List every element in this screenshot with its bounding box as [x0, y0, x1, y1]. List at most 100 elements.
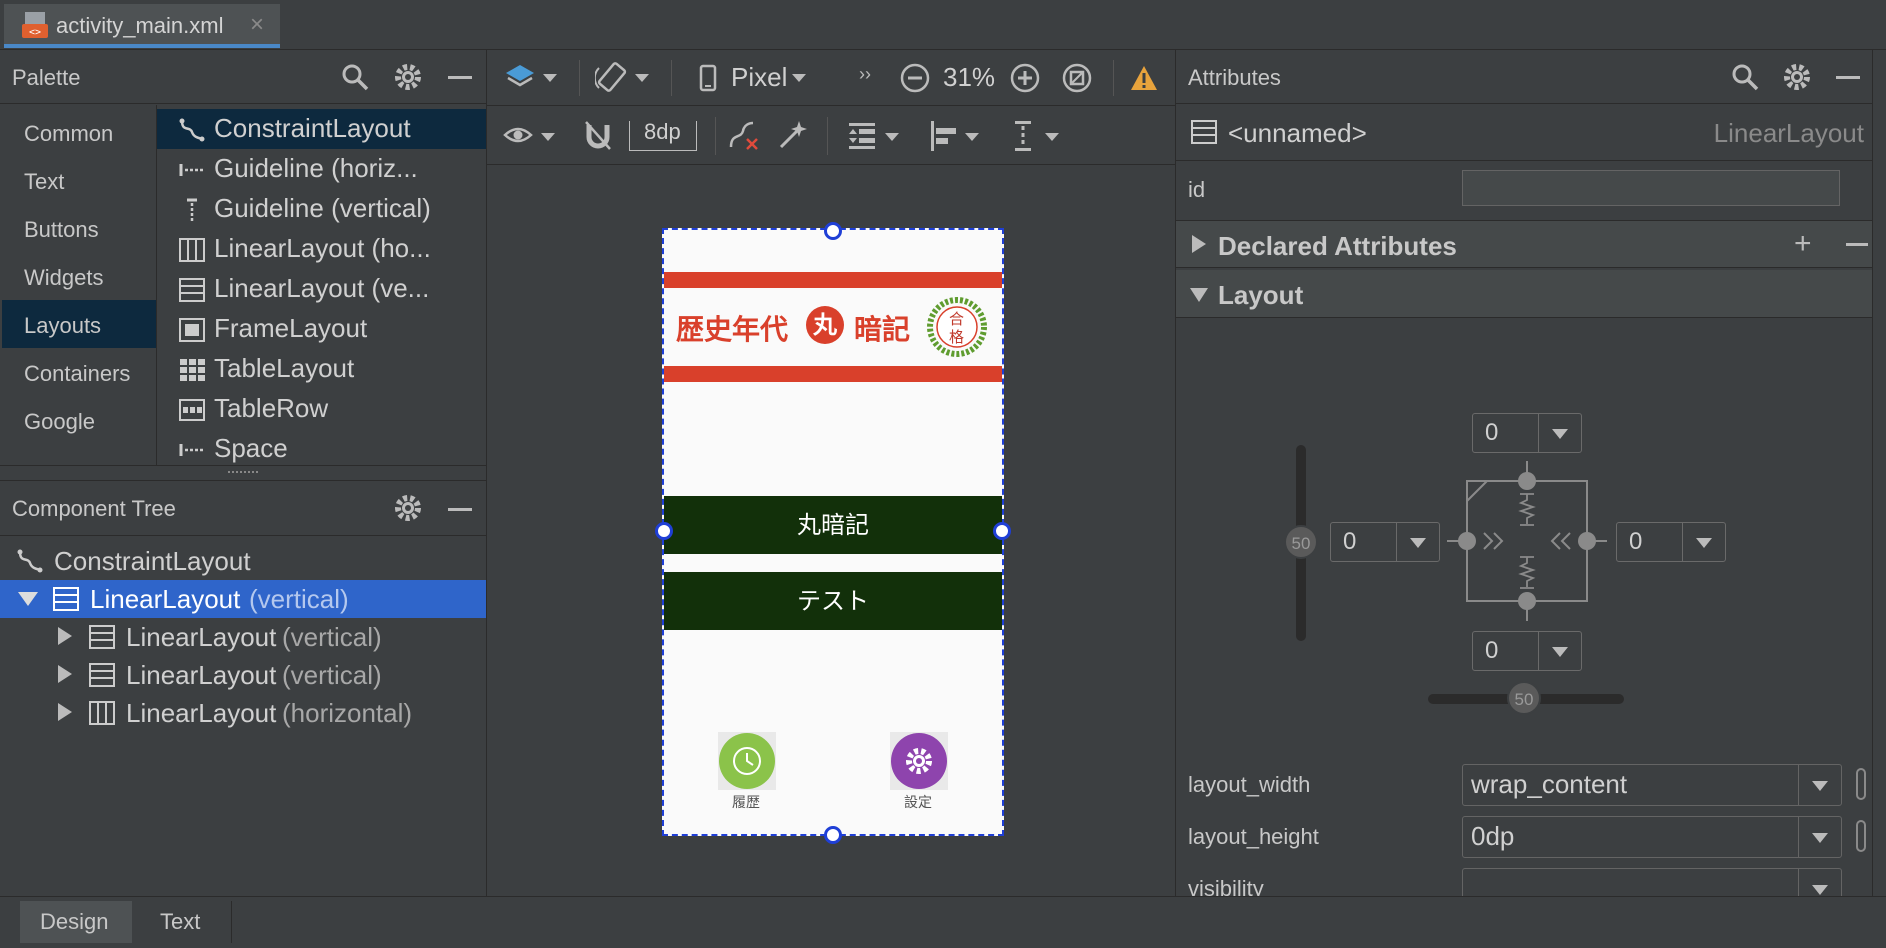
- category-widgets[interactable]: Widgets: [24, 265, 103, 291]
- layout-section[interactable]: Layout: [1176, 270, 1886, 318]
- margin-top-combo[interactable]: 0: [1472, 413, 1582, 453]
- warning-icon[interactable]: [1129, 64, 1159, 92]
- rotate-device-icon[interactable]: [595, 60, 629, 96]
- palette-item-guideline-vertical[interactable]: Guideline (vertical): [156, 189, 484, 229]
- dropdown-arrow-icon[interactable]: [792, 74, 806, 82]
- palette-item-frame-layout[interactable]: FrameLayout: [156, 309, 484, 349]
- tree-row-child[interactable]: LinearLayout (vertical): [0, 618, 486, 656]
- horizontal-bias-thumb[interactable]: 50: [1507, 681, 1541, 715]
- tree-row-child[interactable]: LinearLayout (horizontal): [0, 694, 486, 732]
- pack-icon[interactable]: [847, 119, 877, 153]
- tree-row-root[interactable]: ConstraintLayout: [0, 542, 486, 580]
- attributes-header: Attributes: [1176, 50, 1886, 104]
- tree-row-child[interactable]: LinearLayout (vertical): [0, 656, 486, 694]
- magnet-off-icon[interactable]: [583, 119, 613, 153]
- zoom-in-icon[interactable]: [1009, 62, 1041, 94]
- palette-item-guideline-horizontal[interactable]: Guideline (horiz...: [156, 149, 484, 189]
- layers-icon[interactable]: [503, 62, 537, 94]
- palette-item-table-row[interactable]: TableRow: [156, 389, 484, 429]
- tree-row-selected[interactable]: LinearLayout (vertical): [0, 580, 486, 618]
- minimize-icon[interactable]: [448, 508, 472, 511]
- dropdown-arrow-icon[interactable]: [635, 74, 649, 82]
- seal-text-bottom: 格: [949, 328, 965, 346]
- magic-wand-icon[interactable]: [777, 119, 809, 151]
- file-tab[interactable]: <> activity_main.xml ×: [4, 4, 280, 48]
- clear-constraints-icon[interactable]: [727, 119, 761, 153]
- dropdown-arrow-icon[interactable]: [1045, 133, 1059, 141]
- palette-item-constraint-layout[interactable]: ConstraintLayout: [156, 109, 484, 149]
- declared-attributes-section[interactable]: Declared Attributes +: [1176, 220, 1886, 268]
- category-containers[interactable]: Containers: [24, 361, 130, 387]
- vertical-bias-thumb[interactable]: 50: [1284, 525, 1318, 559]
- collapse-arrow-icon[interactable]: [58, 665, 72, 683]
- settings-button[interactable]: [890, 732, 948, 790]
- category-buttons[interactable]: Buttons: [24, 217, 99, 243]
- dropdown-arrow-icon[interactable]: [541, 133, 555, 141]
- eye-icon[interactable]: [503, 123, 533, 147]
- gear-icon[interactable]: [393, 62, 423, 92]
- memorize-button[interactable]: 丸暗記: [664, 496, 1002, 554]
- dropdown-arrow-icon[interactable]: [1682, 523, 1725, 561]
- dropdown-arrow-icon[interactable]: [1798, 765, 1841, 805]
- dropdown-arrow-icon[interactable]: [543, 74, 557, 82]
- dropdown-arrow-icon[interactable]: [1396, 523, 1439, 561]
- resource-picker-handle[interactable]: [1856, 768, 1866, 800]
- add-attribute-icon[interactable]: +: [1794, 227, 1812, 261]
- palette-item-linear-horizontal[interactable]: LinearLayout (ho...: [156, 229, 484, 269]
- text-tab[interactable]: Text: [132, 901, 232, 943]
- dropdown-arrow-icon[interactable]: [965, 133, 979, 141]
- gear-icon[interactable]: [1782, 62, 1812, 92]
- collapse-arrow-icon[interactable]: [58, 703, 72, 721]
- zoom-to-fit-icon[interactable]: [1061, 62, 1093, 94]
- collapse-arrow-icon[interactable]: [58, 627, 72, 645]
- minimize-icon[interactable]: [448, 76, 472, 79]
- expand-arrow-icon[interactable]: [1192, 235, 1206, 253]
- margin-left-combo[interactable]: 0: [1330, 522, 1440, 562]
- test-button[interactable]: テスト: [664, 572, 1002, 630]
- overflow-chevron-icon[interactable]: ››: [859, 64, 871, 85]
- minimize-icon[interactable]: [1836, 76, 1860, 79]
- constraint-handle-left[interactable]: [655, 522, 673, 540]
- constraint-handle-right[interactable]: [993, 522, 1011, 540]
- margin-bottom-combo[interactable]: 0: [1472, 631, 1582, 671]
- search-icon[interactable]: [1730, 62, 1760, 92]
- layout-height-combo[interactable]: 0dp: [1462, 816, 1842, 858]
- palette-item-label: ConstraintLayout: [214, 113, 411, 143]
- dropdown-arrow-icon[interactable]: [1538, 414, 1581, 452]
- close-tab-icon[interactable]: ×: [250, 11, 264, 39]
- dropdown-arrow-icon[interactable]: [885, 133, 899, 141]
- align-icon[interactable]: [929, 119, 959, 153]
- tree-label-orientation: (vertical): [249, 584, 349, 614]
- margin-right-combo[interactable]: 0: [1616, 522, 1726, 562]
- history-button[interactable]: [718, 732, 776, 790]
- id-input[interactable]: [1462, 170, 1840, 206]
- constraint-handle-top[interactable]: [824, 222, 842, 240]
- layout-width-combo[interactable]: wrap_content: [1462, 764, 1842, 806]
- category-common[interactable]: Common: [24, 121, 113, 147]
- palette-item-linear-vertical[interactable]: LinearLayout (ve...: [156, 269, 484, 309]
- bottom-tab-bar: Design Text: [0, 896, 1886, 948]
- device-preview[interactable]: 歴史年代 丸 暗記 合 格 丸暗記 テスト 履歴 設定: [655, 222, 1011, 844]
- resource-picker-handle[interactable]: [1856, 820, 1866, 852]
- category-layouts[interactable]: Layouts: [24, 313, 101, 339]
- remove-attribute-icon[interactable]: [1846, 243, 1868, 246]
- dropdown-arrow-icon[interactable]: [1798, 869, 1841, 896]
- category-text[interactable]: Text: [24, 169, 64, 195]
- gear-icon[interactable]: [393, 493, 423, 523]
- visibility-combo[interactable]: [1462, 868, 1842, 896]
- design-tab[interactable]: Design: [20, 901, 132, 943]
- device-selector[interactable]: Pixel: [731, 62, 787, 93]
- search-icon[interactable]: [340, 62, 370, 92]
- palette-item-space[interactable]: Space: [156, 429, 484, 469]
- guidelines-icon[interactable]: [1011, 119, 1035, 153]
- panel-splitter[interactable]: [0, 465, 486, 481]
- dropdown-arrow-icon[interactable]: [1538, 632, 1581, 670]
- constraint-handle-bottom[interactable]: [824, 826, 842, 844]
- default-margin-control[interactable]: 8dp: [629, 119, 697, 151]
- zoom-out-icon[interactable]: [899, 62, 931, 94]
- palette-item-table-layout[interactable]: TableLayout: [156, 349, 484, 389]
- collapse-arrow-icon[interactable]: [1190, 288, 1208, 302]
- dropdown-arrow-icon[interactable]: [1798, 817, 1841, 857]
- category-google[interactable]: Google: [24, 409, 95, 435]
- expand-arrow-icon[interactable]: [18, 592, 38, 606]
